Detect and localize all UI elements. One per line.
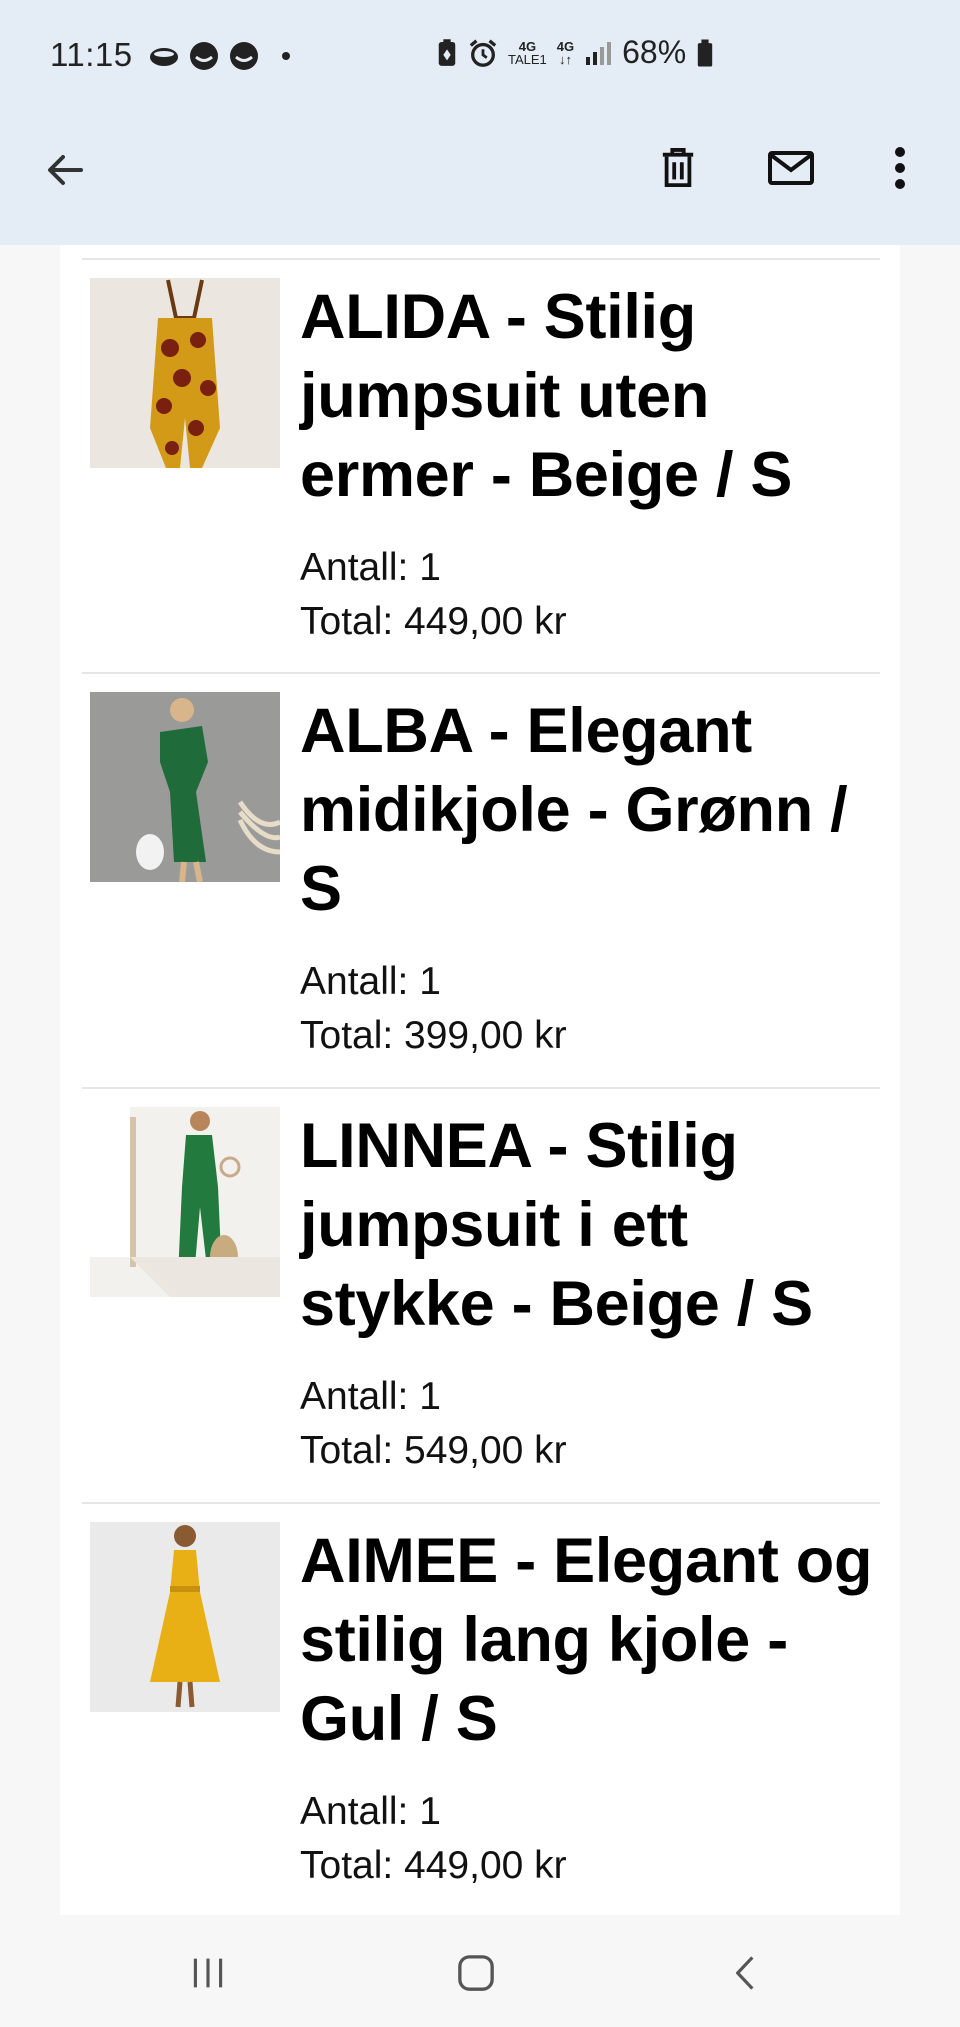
order-item: LINNEA - Stilig jumpsuit i ett stykke - … — [82, 1087, 880, 1502]
back-button[interactable] — [30, 135, 100, 205]
status-bar: 11:15 4G TALE1 4G ↓↑ 68% — [0, 0, 960, 115]
sunflower-jumpsuit-image — [90, 278, 280, 468]
trash-icon — [662, 148, 694, 187]
product-image — [90, 278, 280, 468]
product-quantity: Antall: 1 — [300, 546, 441, 589]
back-nav-button[interactable] — [707, 1935, 783, 2011]
product-quantity: Antall: 1 — [300, 1375, 441, 1418]
face-icon — [230, 42, 258, 70]
product-image — [90, 692, 280, 882]
product-title[interactable]: ALIDA - Stilig jumpsuit uten ermer - Bei… — [300, 278, 880, 515]
more-vert-icon — [895, 147, 905, 189]
product-image — [90, 1522, 280, 1712]
status-time: 11:15 — [50, 36, 133, 73]
order-item: ALIDA - Stilig jumpsuit uten ermer - Bei… — [82, 258, 880, 673]
home-button[interactable] — [438, 1935, 514, 2011]
battery-percent: 68% — [622, 34, 687, 70]
network-4g-2: 4G ↓↑ — [556, 38, 575, 67]
mail-button[interactable] — [756, 133, 826, 203]
product-quantity: Antall: 1 — [300, 1790, 441, 1833]
green-jumpsuit-image — [90, 1107, 280, 1297]
mail-icon — [768, 151, 814, 185]
face-icon — [190, 42, 218, 70]
product-quantity: Antall: 1 — [300, 960, 441, 1003]
yellow-long-dress-image — [90, 1522, 280, 1712]
system-icons: 4G TALE1 4G ↓↑ 68% — [436, 34, 714, 71]
order-item: ALBA - Elegant midikjole - Grønn / S Ant… — [82, 672, 880, 1087]
product-total: Total: 449,00 kr — [300, 600, 567, 643]
cloud-icon — [150, 48, 178, 66]
order-item: AIMEE - Elegant og stilig lang kjole - G… — [82, 1502, 880, 1915]
signal-icon — [586, 41, 612, 65]
email-body[interactable]: ALIDA - Stilig jumpsuit uten ermer - Bei… — [60, 245, 900, 1915]
top-bar: 11:15 4G TALE1 4G ↓↑ 68% — [0, 0, 960, 245]
recent-apps-icon — [193, 1958, 223, 1988]
green-midi-dress-image — [90, 692, 280, 882]
network-4g-1: 4G TALE1 — [508, 38, 547, 67]
dot-icon — [282, 52, 290, 60]
product-total: Total: 399,00 kr — [300, 1014, 567, 1057]
product-total: Total: 549,00 kr — [300, 1429, 567, 1472]
app-bar — [0, 115, 960, 245]
back-arrow-icon — [48, 155, 83, 185]
product-title[interactable]: ALBA - Elegant midikjole - Grønn / S — [300, 692, 880, 929]
home-icon — [458, 1955, 494, 1991]
product-image — [90, 1107, 280, 1297]
battery-icon — [697, 39, 713, 66]
product-title[interactable]: AIMEE - Elegant og stilig lang kjole - G… — [300, 1522, 880, 1759]
battery-saver-icon — [438, 38, 456, 66]
recent-apps-button[interactable] — [170, 1935, 246, 2011]
product-title[interactable]: LINNEA - Stilig jumpsuit i ett stykke - … — [300, 1107, 880, 1344]
back-icon — [736, 1956, 754, 1990]
more-options-button[interactable] — [870, 133, 930, 203]
system-nav-bar — [0, 1915, 960, 2027]
notification-icons — [148, 40, 290, 72]
alarm-icon — [469, 39, 497, 67]
delete-button[interactable] — [643, 133, 713, 203]
product-total: Total: 449,00 kr — [300, 1844, 567, 1887]
